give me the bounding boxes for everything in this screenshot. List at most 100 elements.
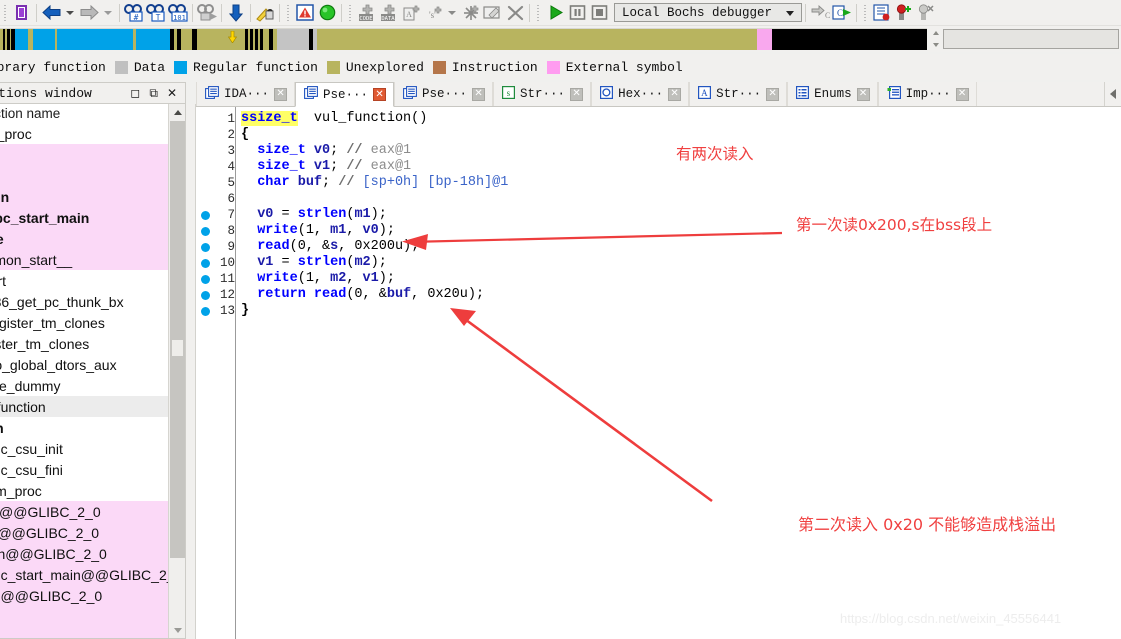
function-list-item[interactable]: read — [0, 606, 168, 627]
navband-address-field[interactable] — [943, 29, 1119, 49]
function-list-item[interactable]: register_tm_clones — [0, 333, 168, 354]
function-list-item[interactable]: write — [0, 228, 168, 249]
debugger-select[interactable]: Local Bochs debugger — [614, 3, 802, 22]
code-line[interactable]: 9 read(0, &s, 0x200u); — [196, 239, 1121, 255]
function-list-item[interactable]: puts — [0, 165, 168, 186]
function-list-item[interactable]: _init_proc — [0, 123, 168, 144]
back-arrow-icon[interactable] — [40, 2, 62, 24]
function-list-item[interactable]: __x86_get_pc_thunk_bx — [0, 291, 168, 312]
make-struct-icon[interactable]: 's' — [422, 2, 444, 24]
make-array-icon[interactable]: A — [400, 2, 422, 24]
restore-icon[interactable]: ⧉ — [149, 87, 158, 99]
panel-splitter[interactable] — [186, 104, 196, 639]
close-icon[interactable]: ✕ — [167, 87, 177, 99]
code-line[interactable]: 11 write(1, m2, v1); — [196, 271, 1121, 287]
tab-5[interactable]: A Str··· ✕ — [689, 82, 788, 106]
rename-icon[interactable] — [482, 2, 504, 24]
tab-close-button[interactable]: ✕ — [955, 87, 969, 101]
function-list-item[interactable]: __libc_start_main@@GLIBC_2_0 — [0, 564, 182, 585]
breakpoint-marker[interactable] — [196, 306, 214, 316]
forward-arrow-icon[interactable] — [78, 2, 100, 24]
add-breakpoint-icon[interactable] — [893, 2, 915, 24]
stop-icon[interactable] — [588, 2, 610, 24]
lock-key-icon[interactable] — [254, 2, 276, 24]
breakpoint-marker[interactable] — [196, 226, 214, 236]
tab-6[interactable]: Enums ✕ — [787, 82, 878, 106]
function-list-item[interactable]: __gmon_start__ — [0, 249, 168, 270]
function-list-item[interactable]: puts — [0, 627, 168, 638]
code-line[interactable]: 3 size_t v0; // eax@1 — [196, 143, 1121, 159]
tab-close-button[interactable]: ✕ — [373, 88, 387, 101]
search-binary-icon[interactable]: 101 — [167, 2, 189, 24]
back-dropdown-icon[interactable] — [66, 10, 74, 15]
code-line[interactable]: 10 v1 = strlen(m2); — [196, 255, 1121, 271]
tab-close-button[interactable]: ✕ — [472, 87, 486, 101]
toolbar-grip[interactable] — [2, 2, 9, 23]
tab-close-button[interactable]: ✕ — [766, 87, 780, 101]
breakpoint-marker[interactable] — [196, 258, 214, 268]
maximize-icon[interactable]: ◻ — [130, 87, 140, 99]
undefine-icon[interactable] — [460, 2, 482, 24]
run-icon[interactable] — [544, 2, 566, 24]
function-list-item[interactable]: main — [0, 417, 168, 438]
tab-close-button[interactable]: ✕ — [570, 87, 584, 101]
tab-7[interactable]: Imp··· ✕ — [877, 82, 977, 106]
toolbar-grip[interactable] — [347, 2, 354, 23]
scroll-down-button[interactable] — [169, 622, 185, 638]
function-list-item[interactable]: deregister_tm_clones — [0, 312, 168, 333]
warning-icon[interactable] — [294, 2, 316, 24]
toolbar-grip[interactable] — [535, 2, 542, 23]
function-list-item[interactable]: strlen@@GLIBC_2_0 — [0, 543, 168, 564]
search-next-icon[interactable] — [196, 2, 218, 24]
function-list-item[interactable]: frame_dummy — [0, 375, 168, 396]
code-line[interactable]: 1 ssize_t vul_function() — [196, 111, 1121, 127]
delete-breakpoint-icon[interactable] — [915, 2, 937, 24]
code-line[interactable]: 13} — [196, 303, 1121, 319]
breakpoint-marker[interactable] — [196, 210, 214, 220]
toolbar-grip[interactable] — [285, 2, 292, 23]
navband-grip[interactable] — [931, 28, 940, 50]
tab-close-button[interactable]: ✕ — [274, 87, 288, 101]
code-line[interactable]: 2{ — [196, 127, 1121, 143]
functions-list-scrollbar[interactable] — [168, 104, 185, 638]
function-list-item[interactable]: _term_proc — [0, 480, 168, 501]
forward-dropdown-icon[interactable] — [104, 10, 112, 15]
function-list-item[interactable]: __libc_csu_fini — [0, 459, 168, 480]
tab-close-button[interactable]: ✕ — [668, 87, 682, 101]
make-code-icon[interactable]: CODE — [356, 2, 378, 24]
pseudocode-panel[interactable]: 1 ssize_t vul_function() 2{3 size_t v0; //… — [196, 107, 1121, 639]
function-list-item[interactable]: __do_global_dtors_aux — [0, 354, 168, 375]
toolbar-grip[interactable] — [862, 2, 869, 23]
function-list-item[interactable]: strlen — [0, 186, 168, 207]
tab-3[interactable]: s Str··· ✕ — [493, 82, 592, 106]
breakpoint-marker[interactable] — [196, 242, 214, 252]
tab-0[interactable]: IDA··· ✕ — [196, 82, 296, 106]
function-list-item[interactable]: __libc_start_main — [0, 207, 168, 228]
struct-dropdown-icon[interactable] — [448, 10, 456, 15]
function-list-item[interactable]: __libc_csu_init — [0, 438, 168, 459]
breakpoint-marker[interactable] — [196, 274, 214, 284]
search-hash-icon[interactable]: # — [123, 2, 145, 24]
function-list-item[interactable]: vul_function — [0, 396, 168, 417]
code-line[interactable]: 5 char buf; // [sp+0h] [bp-18h]@1 — [196, 175, 1121, 191]
tab-close-button[interactable]: ✕ — [856, 87, 870, 101]
jump-down-icon[interactable] — [225, 2, 247, 24]
tab-4[interactable]: Hex··· ✕ — [591, 82, 690, 106]
code-line[interactable]: 4 size_t v1; // eax@1 — [196, 159, 1121, 175]
code-line[interactable]: 6 — [196, 191, 1121, 207]
function-list-item[interactable]: write@@GLIBC_2_0 — [0, 585, 168, 606]
delete-icon[interactable] — [504, 2, 526, 24]
ida-logo-icon[interactable] — [11, 2, 33, 24]
green-circle-icon[interactable] — [316, 2, 338, 24]
navigation-band[interactable] — [0, 28, 927, 50]
function-list-item[interactable]: puts@@GLIBC_2_0 — [0, 522, 168, 543]
breakpoint-list-icon[interactable] — [871, 2, 893, 24]
pause-icon[interactable] — [566, 2, 588, 24]
search-text-icon[interactable]: T — [145, 2, 167, 24]
scroll-up-button[interactable] — [169, 104, 185, 121]
tab-1[interactable]: Pse··· ✕ — [295, 82, 395, 107]
chevron-down-icon[interactable] — [786, 11, 794, 16]
tab-2[interactable]: Pse··· ✕ — [394, 82, 494, 106]
tab-scroll-left-button[interactable] — [1104, 82, 1121, 106]
function-list-item[interactable]: read — [0, 144, 168, 165]
